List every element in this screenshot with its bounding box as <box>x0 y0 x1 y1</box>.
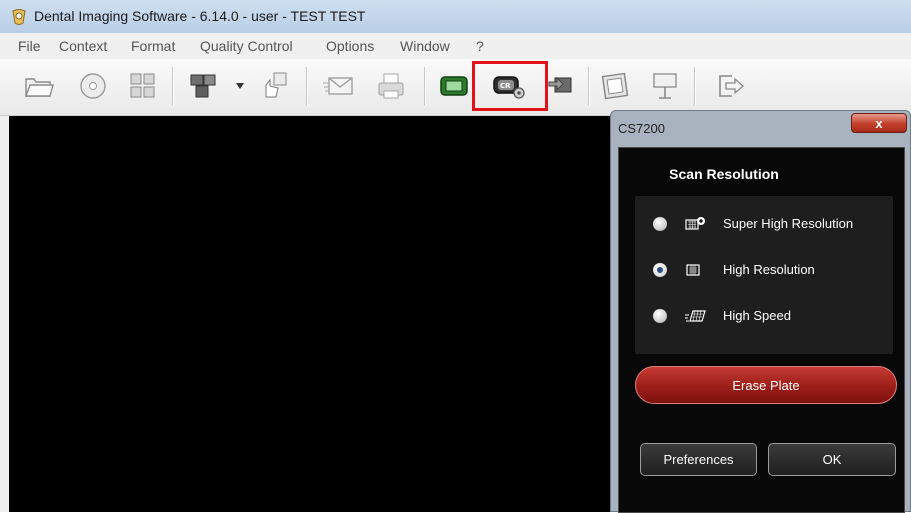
window-title: Dental Imaging Software - 6.14.0 - user … <box>34 8 366 24</box>
resolution-options-panel: Super High Resolution High Resolution Hi… <box>635 196 893 354</box>
sensor-icon <box>440 76 468 96</box>
toolbar-separator <box>424 67 425 105</box>
exit-icon <box>719 75 744 97</box>
menu-bar: File Context Format Quality Control Opti… <box>0 33 911 59</box>
dialog-title: CS7200 <box>618 121 665 136</box>
screens-button[interactable] <box>186 69 220 103</box>
menu-file[interactable]: File <box>18 38 41 54</box>
email-icon <box>323 77 353 95</box>
option-label: High Speed <box>723 308 791 323</box>
sensor-button[interactable] <box>437 69 471 103</box>
preferences-button[interactable]: Preferences <box>640 443 757 476</box>
cd-button[interactable] <box>76 69 110 103</box>
super-high-res-icon <box>685 217 705 230</box>
radio-high-speed[interactable] <box>653 309 667 323</box>
cd-icon <box>80 73 106 99</box>
transfer-button[interactable] <box>545 69 579 103</box>
close-icon: x <box>875 115 883 131</box>
menu-window[interactable]: Window <box>400 38 450 54</box>
frame-button[interactable] <box>598 69 632 103</box>
open-button[interactable] <box>22 69 56 103</box>
option-high-speed[interactable]: High Speed <box>653 304 893 328</box>
transfer-icon <box>548 76 572 93</box>
menu-format[interactable]: Format <box>131 38 175 54</box>
exit-button[interactable] <box>714 69 748 103</box>
erase-plate-label: Erase Plate <box>732 377 800 393</box>
option-super-high-resolution[interactable]: Super High Resolution <box>653 212 893 236</box>
option-high-resolution[interactable]: High Resolution <box>653 258 893 282</box>
toolbar-highlight-box <box>472 61 548 111</box>
ok-label: OK <box>822 452 842 467</box>
toolbar: CR <box>0 59 911 116</box>
high-speed-icon <box>685 310 706 322</box>
cs7200-dialog: CS7200 x Scan Resolution Super High Reso… <box>610 110 911 513</box>
erase-plate-button[interactable]: Erase Plate <box>635 366 897 404</box>
menu-quality-control[interactable]: Quality Control <box>200 38 293 54</box>
scan-resolution-heading: Scan Resolution <box>669 166 779 182</box>
close-button[interactable]: x <box>851 113 907 133</box>
print-button[interactable] <box>374 69 408 103</box>
touch-button[interactable] <box>258 69 292 103</box>
high-res-icon <box>686 264 700 276</box>
layout-button[interactable] <box>126 69 160 103</box>
menu-options[interactable]: Options <box>326 38 374 54</box>
presentation-icon <box>653 73 677 99</box>
ok-button[interactable]: OK <box>768 443 896 476</box>
left-gutter <box>0 116 9 512</box>
preferences-label: Preferences <box>663 452 734 467</box>
toolbar-separator <box>588 67 589 105</box>
radio-high-resolution[interactable] <box>653 263 667 277</box>
touch-icon <box>265 72 287 98</box>
frame-icon <box>601 72 629 100</box>
screens-icon <box>190 74 216 98</box>
menu-context[interactable]: Context <box>59 38 107 54</box>
menu-help[interactable]: ? <box>476 38 484 54</box>
toolbar-separator <box>172 67 173 105</box>
screens-dropdown[interactable] <box>230 69 250 103</box>
dialog-body: Scan Resolution Super High Resolution Hi… <box>618 147 905 513</box>
open-folder-icon <box>25 78 54 97</box>
dropdown-arrow-icon <box>236 83 244 89</box>
option-label: High Resolution <box>723 262 815 277</box>
option-label: Super High Resolution <box>723 216 854 231</box>
toolbar-separator <box>306 67 307 105</box>
email-button[interactable] <box>322 69 356 103</box>
app-logo-icon <box>12 9 26 25</box>
presentation-button[interactable] <box>648 69 682 103</box>
radio-super-high-resolution[interactable] <box>653 217 667 231</box>
title-bar: Dental Imaging Software - 6.14.0 - user … <box>0 0 911 33</box>
print-icon <box>378 73 404 99</box>
toolbar-separator <box>694 67 695 105</box>
layout-icon <box>130 73 155 98</box>
